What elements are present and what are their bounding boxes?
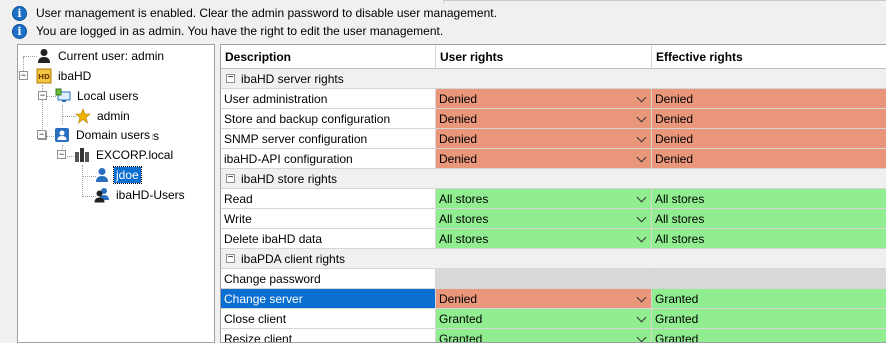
domain-users-icon xyxy=(54,127,70,143)
collapse-toggle[interactable]: − xyxy=(226,253,235,263)
chevron-down-icon[interactable] xyxy=(636,312,647,323)
header-effective-rights[interactable]: Effective rights xyxy=(652,45,886,69)
tree-node-jdoe[interactable]: jdoe xyxy=(94,165,142,185)
tab-strip-edge xyxy=(443,0,886,3)
row-description: Write xyxy=(221,209,436,229)
user-rights-dropdown[interactable]: All stores xyxy=(436,229,652,249)
row-description: Read xyxy=(221,189,436,209)
row-description: Delete ibaHD data xyxy=(221,229,436,249)
chevron-down-icon[interactable] xyxy=(636,292,647,303)
user-rights-dropdown[interactable]: Denied xyxy=(436,129,652,149)
domain-icon xyxy=(74,147,90,163)
tree-node-domain-users[interactable]: Domain users xyxy=(54,125,153,145)
section-row[interactable]: − ibaPDA client rights xyxy=(221,249,886,269)
section-row[interactable]: − ibaHD store rights xyxy=(221,169,886,189)
effective-rights: Denied xyxy=(652,149,886,169)
table-row[interactable]: Write All stores All stores xyxy=(221,209,886,229)
section-title: ibaHD store rights xyxy=(241,171,338,186)
effective-rights: All stores xyxy=(652,229,886,249)
user-icon xyxy=(94,167,110,183)
info-icon: i xyxy=(12,23,27,39)
user-rights-dropdown[interactable]: Denied xyxy=(436,149,652,169)
user-rights-dropdown[interactable]: Granted xyxy=(436,309,652,329)
table-row[interactable]: Change password xyxy=(221,269,886,289)
chevron-down-icon[interactable] xyxy=(636,212,647,223)
table-row[interactable]: Read All stores All stores xyxy=(221,189,886,209)
collapse-toggle[interactable]: − xyxy=(57,150,66,159)
table-row[interactable]: SNMP server configuration Denied Denied xyxy=(221,129,886,149)
table-row[interactable]: Delete ibaHD data All stores All stores xyxy=(221,229,886,249)
table-row[interactable]: Change server Denied Granted xyxy=(221,289,886,309)
row-description: SNMP server configuration xyxy=(221,129,436,149)
chevron-down-icon[interactable] xyxy=(636,232,647,243)
effective-rights: Denied xyxy=(652,89,886,109)
chevron-down-icon[interactable] xyxy=(636,332,647,342)
effective-rights xyxy=(652,269,886,289)
effective-rights: All stores xyxy=(652,189,886,209)
row-description: Close client xyxy=(221,309,436,329)
effective-rights: Denied xyxy=(652,129,886,149)
table-row[interactable]: Resize client Granted Granted xyxy=(221,329,886,342)
table-row[interactable]: Close client Granted Granted xyxy=(221,309,886,329)
section-title: ibaPDA client rights xyxy=(241,251,346,266)
row-description: Change password xyxy=(221,269,436,289)
effective-rights: Granted xyxy=(652,289,886,309)
user-rights-dropdown[interactable]: Denied xyxy=(436,289,652,309)
table-row[interactable]: Store and backup configuration Denied De… xyxy=(221,109,886,129)
table-row[interactable]: User administration Denied Denied xyxy=(221,89,886,109)
effective-rights: All stores xyxy=(652,209,886,229)
group-icon xyxy=(94,187,110,203)
tree-node-domain[interactable]: EXCORP.local xyxy=(74,145,175,165)
user-rights-dropdown[interactable]: All stores xyxy=(436,189,652,209)
info-text: You are logged in as admin. You have the… xyxy=(36,24,444,38)
row-description: ibaHD-API configuration xyxy=(221,149,436,169)
row-description: User administration xyxy=(221,89,436,109)
tree-node-group[interactable]: ibaHD-Users xyxy=(94,185,187,205)
effective-rights: Granted xyxy=(652,329,886,342)
collapse-toggle[interactable]: − xyxy=(226,73,235,83)
collapse-toggle[interactable]: − xyxy=(226,173,235,183)
info-text: User management is enabled. Clear the ad… xyxy=(36,6,497,20)
info-message: i User management is enabled. Clear the … xyxy=(0,3,497,23)
effective-rights: Denied xyxy=(652,109,886,129)
user-rights-dropdown[interactable]: Denied xyxy=(436,109,652,129)
row-description: Resize client xyxy=(221,329,436,342)
user-rights-dropdown[interactable]: Granted xyxy=(436,329,652,342)
table-row[interactable]: ibaHD-API configuration Denied Denied xyxy=(221,149,886,169)
info-message: i You are logged in as admin. You have t… xyxy=(0,21,443,41)
effective-rights: Granted xyxy=(652,309,886,329)
chevron-down-icon[interactable] xyxy=(636,92,647,103)
header-description[interactable]: Description xyxy=(221,45,436,69)
section-title: ibaHD server rights xyxy=(241,71,344,86)
rights-grid: Description User rights Effective rights… xyxy=(220,44,886,343)
section-row[interactable]: − ibaHD server rights xyxy=(221,69,886,89)
chevron-down-icon[interactable] xyxy=(636,152,647,163)
row-description: Change server xyxy=(221,289,436,309)
info-icon: i xyxy=(12,5,27,21)
row-description: Store and backup configuration xyxy=(221,109,436,129)
user-rights-dropdown[interactable]: Denied xyxy=(436,89,652,109)
user-rights-dropdown[interactable] xyxy=(436,269,652,289)
chevron-down-icon[interactable] xyxy=(636,112,647,123)
user-rights-dropdown[interactable]: All stores xyxy=(436,209,652,229)
header-user-rights[interactable]: User rights xyxy=(436,45,652,69)
chevron-down-icon[interactable] xyxy=(636,192,647,203)
chevron-down-icon[interactable] xyxy=(636,132,647,143)
